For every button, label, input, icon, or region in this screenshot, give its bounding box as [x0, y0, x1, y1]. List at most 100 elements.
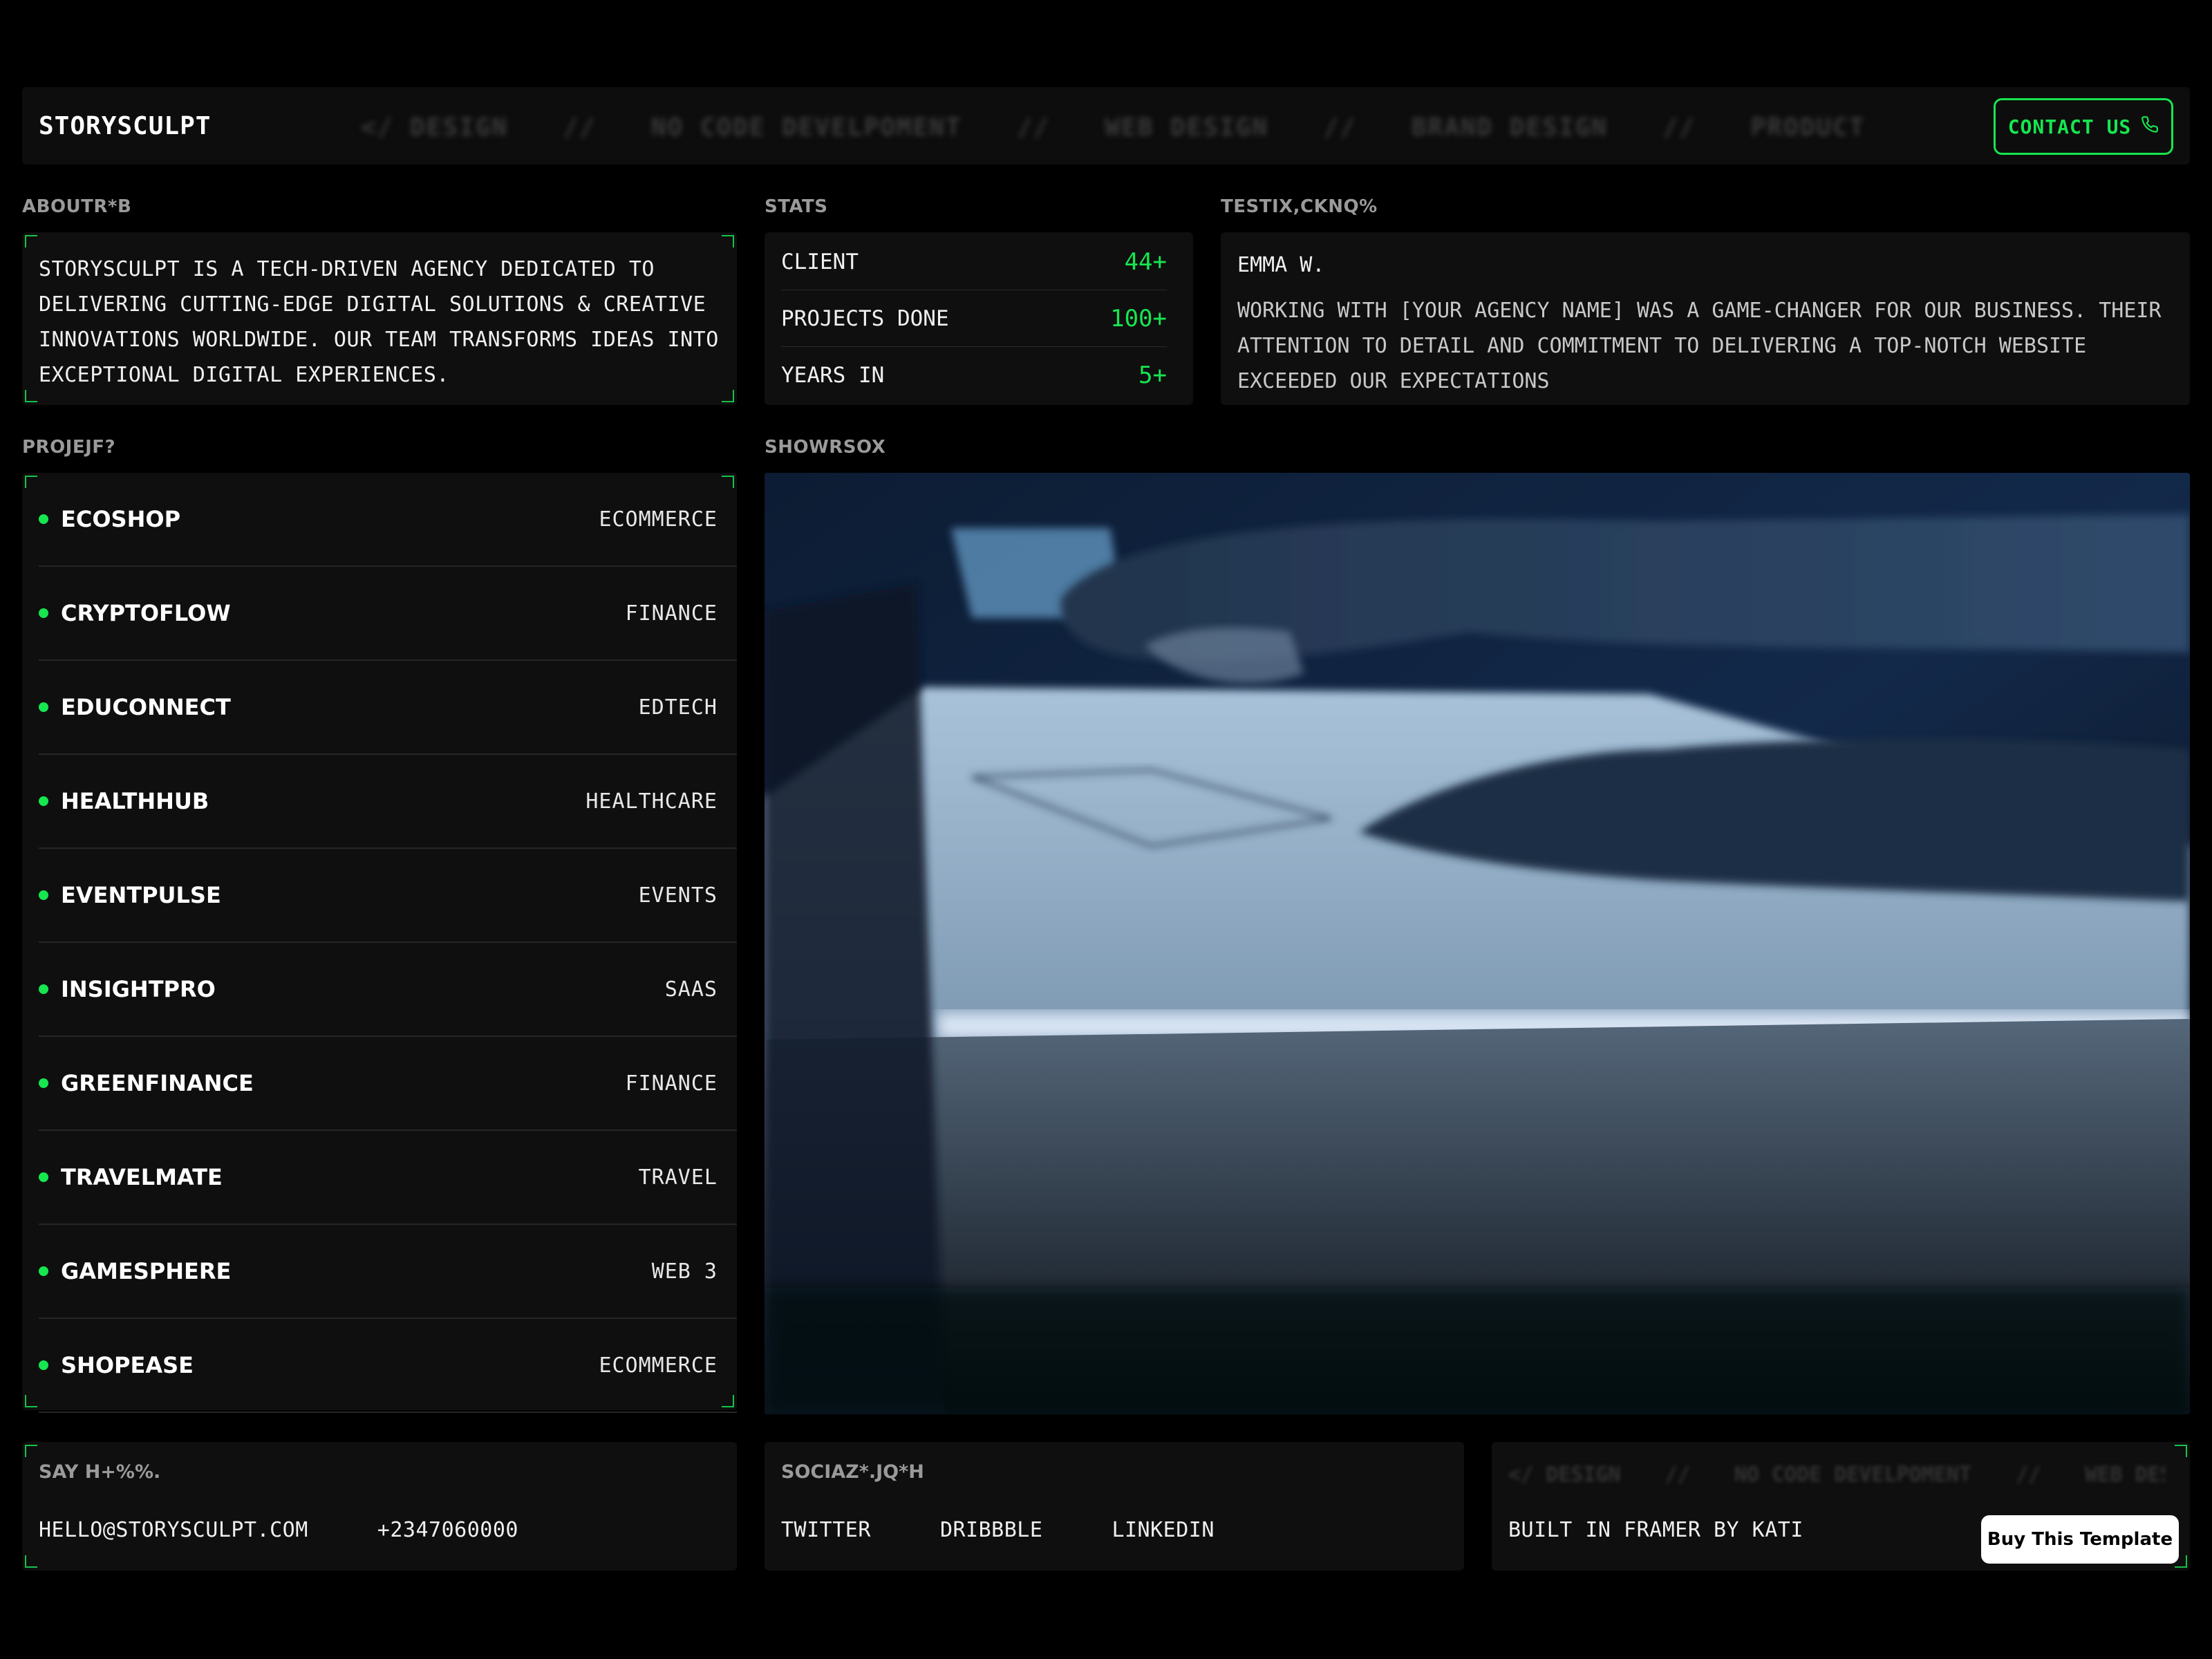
project-name: SHOPEASE — [61, 1352, 194, 1378]
contact-us-button[interactable]: CONTACT US — [1994, 98, 2173, 155]
top-nav-bar: STORYSCULPT </ DESIGN // NO CODE DEVELPO… — [22, 87, 2190, 165]
email-link[interactable]: HELLO@STORYSCULPT.COM — [39, 1518, 308, 1542]
marquee-separator: // — [1323, 113, 1357, 141]
marquee-item: </ DESIGN — [1508, 1463, 1621, 1487]
say-hello-panel: SAY H+%%. HELLO@STORYSCULPT.COM +2347060… — [22, 1442, 737, 1571]
status-dot-icon — [39, 702, 48, 712]
social-label: SOCIAZ*.JQ*H — [781, 1461, 924, 1483]
marquee-item: BRAND DESIGN — [1411, 113, 1608, 141]
dribbble-link[interactable]: DRIBBBLE — [940, 1518, 1043, 1542]
credits-row: BUILT IN FRAMER BY KATI — [1508, 1518, 1873, 1542]
marquee-separator: // — [1665, 1463, 1690, 1487]
stat-label: YEARS IN — [781, 363, 885, 388]
stat-label: CLIENT — [781, 249, 859, 274]
about-description: STORYSCULPT IS A TECH-DRIVEN AGENCY DEDI… — [39, 257, 719, 387]
stats-panel: CLIENT 44+ PROJECTS DONE 100+ YEARS IN 5… — [765, 232, 1193, 405]
twitter-link[interactable]: TWITTER — [781, 1518, 871, 1542]
corner-bracket — [25, 1555, 37, 1568]
corner-bracket — [2175, 1445, 2187, 1457]
project-name: TRAVELMATE — [61, 1164, 223, 1190]
stat-value: 100+ — [1110, 304, 1167, 332]
about-section-label: ABOUTR*B — [22, 196, 132, 217]
projects-panel: ECOSHOP ECOMMERCE CRYPTOFLOW FINANCE EDU… — [22, 473, 737, 1413]
stat-row: YEARS IN 5+ — [781, 347, 1167, 404]
testimonial-panel: EMMA W. WORKING WITH [YOUR AGENCY NAME] … — [1221, 232, 2190, 405]
testimonial-section-label: TESTIX,CKNQ% — [1221, 196, 1378, 217]
phone-icon — [2141, 115, 2159, 138]
project-row[interactable]: CRYPTOFLOW FINANCE — [39, 567, 737, 661]
corner-bracket — [25, 1445, 37, 1457]
marquee-separator: // — [563, 113, 597, 141]
showreel-video[interactable] — [765, 473, 2190, 1414]
built-in-framer-text[interactable]: BUILT IN FRAMER BY KATI — [1508, 1518, 1803, 1542]
status-dot-icon — [39, 1360, 48, 1370]
marquee-item: </ DESIGN — [361, 113, 509, 141]
social-links: TWITTER DRIBBBLE LINKEDIN — [781, 1518, 1284, 1542]
project-row[interactable]: HEALTHHUB HEALTHCARE — [39, 755, 737, 849]
project-row[interactable]: EDUCONNECT EDTECH — [39, 661, 737, 755]
project-category: FINANCE — [625, 1071, 718, 1096]
status-dot-icon — [39, 796, 48, 806]
stats-section-label: STATS — [765, 196, 828, 217]
project-name: GREENFINANCE — [61, 1070, 254, 1096]
marquee-separator: // — [1662, 113, 1696, 141]
project-category: ECOMMERCE — [599, 1353, 718, 1378]
social-panel: SOCIAZ*.JQ*H TWITTER DRIBBBLE LINKEDIN — [765, 1442, 1464, 1571]
testimonial-quote: WORKING WITH [YOUR AGENCY NAME] WAS A GA… — [1237, 299, 2162, 393]
project-category: SAAS — [664, 977, 718, 1002]
project-row[interactable]: GREENFINANCE FINANCE — [39, 1037, 737, 1131]
project-name: EVENTPULSE — [61, 882, 221, 908]
marquee-separator: // — [1017, 113, 1050, 141]
project-category: EDTECH — [638, 695, 718, 720]
contact-links: HELLO@STORYSCULPT.COM +2347060000 — [39, 1518, 588, 1542]
testimonial-author: EMMA W. — [1237, 253, 1325, 277]
showreel-section-label: SHOWRSOX — [765, 437, 886, 458]
linkedin-link[interactable]: LINKEDIN — [1112, 1518, 1215, 1542]
project-category: HEALTHCARE — [585, 789, 718, 814]
corner-bracket — [25, 235, 37, 247]
marquee-item: PRODUCT DESIGN — [1750, 113, 1882, 141]
buy-template-button[interactable]: Buy This Template — [1981, 1515, 2179, 1564]
contact-us-label: CONTACT US — [2007, 115, 2132, 138]
corner-bracket — [722, 235, 734, 247]
corner-bracket — [25, 476, 37, 488]
corner-bracket — [25, 390, 37, 402]
project-name: INSIGHTPRO — [61, 976, 216, 1002]
marquee-item: WEB DESIGN — [2085, 1463, 2165, 1487]
project-category: FINANCE — [625, 601, 718, 626]
phone-link[interactable]: +2347060000 — [377, 1518, 518, 1542]
status-dot-icon — [39, 1078, 48, 1088]
services-marquee-small: </ DESIGN // NO CODE DEVELPOMENT // WEB … — [1508, 1463, 2165, 1490]
project-name: EDUCONNECT — [61, 694, 231, 720]
status-dot-icon — [39, 514, 48, 524]
showreel-frame — [765, 473, 2190, 1414]
stat-row: CLIENT 44+ — [781, 234, 1167, 290]
status-dot-icon — [39, 890, 48, 900]
project-row[interactable]: GAMESPHERE WEB 3 — [39, 1225, 737, 1319]
status-dot-icon — [39, 1266, 48, 1276]
projects-section-label: PROJEJF? — [22, 437, 116, 458]
brand-logo[interactable]: STORYSCULPT — [39, 112, 211, 140]
status-dot-icon — [39, 984, 48, 994]
corner-bracket — [25, 1395, 37, 1407]
project-name: CRYPTOFLOW — [61, 600, 231, 626]
say-hello-label: SAY H+%%. — [39, 1461, 161, 1483]
stat-value: 44+ — [1124, 247, 1167, 276]
project-name: HEALTHHUB — [61, 788, 209, 814]
project-row[interactable]: EVENTPULSE EVENTS — [39, 849, 737, 943]
marquee-item: NO CODE DEVELPOMENT — [1734, 1463, 1971, 1487]
project-category: WEB 3 — [651, 1259, 718, 1284]
stat-value: 5+ — [1138, 362, 1167, 389]
project-row[interactable]: ECOSHOP ECOMMERCE — [39, 473, 737, 567]
project-row[interactable]: INSIGHTPRO SAAS — [39, 943, 737, 1037]
project-name: GAMESPHERE — [61, 1258, 232, 1284]
about-panel: STORYSCULPT IS A TECH-DRIVEN AGENCY DEDI… — [22, 232, 737, 405]
project-row[interactable]: SHOPEASE ECOMMERCE — [39, 1319, 737, 1413]
stat-row: PROJECTS DONE 100+ — [781, 290, 1167, 347]
status-dot-icon — [39, 1172, 48, 1182]
project-row[interactable]: TRAVELMATE TRAVEL — [39, 1131, 737, 1225]
project-category: EVENTS — [638, 883, 718, 908]
marquee-item: NO CODE DEVELPOMENT — [650, 113, 962, 141]
project-category: TRAVEL — [638, 1165, 718, 1190]
stat-label: PROJECTS DONE — [781, 306, 949, 331]
